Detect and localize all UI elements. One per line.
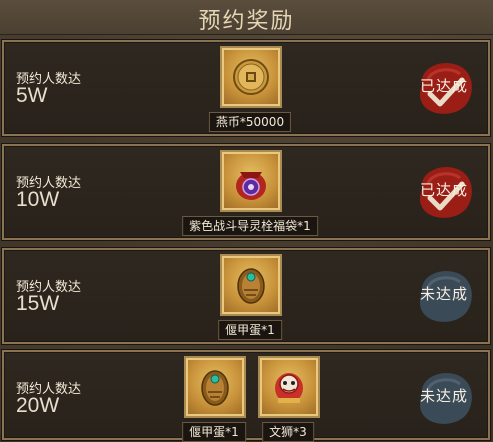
mech-egg-icon xyxy=(201,370,229,406)
item-name: 燕币*50000 xyxy=(208,112,292,132)
item-name: 偃甲蛋*1 xyxy=(182,422,246,442)
item-frame xyxy=(220,254,282,316)
item-name: 文狮*3 xyxy=(262,422,314,442)
mech-egg-icon xyxy=(237,268,265,304)
status-stamp-unachieved: 未达成 xyxy=(410,262,478,330)
page-title: 预约奖励 xyxy=(198,9,295,34)
reward-row: 预约人数达 20W 偃甲蛋*1 文狮*3 未达成 xyxy=(2,350,490,442)
status-stamp-achieved: 已达成 xyxy=(410,158,478,226)
reward-row: 预约人数达 5W 燕币*50000 已达成 xyxy=(2,40,490,136)
item-name: 偃甲蛋*1 xyxy=(218,320,282,340)
lion-dance-icon xyxy=(275,373,303,403)
reward-row: 预约人数达 10W 紫色战斗导灵栓福袋*1 已达成 xyxy=(2,144,490,240)
item-name: 紫色战斗导灵栓福袋*1 xyxy=(182,216,318,236)
item-frame xyxy=(258,356,320,418)
status-text: 已达成 xyxy=(419,181,468,199)
coin-icon xyxy=(233,59,269,95)
header-bar: 预约奖励 xyxy=(0,0,493,35)
lucky-bag-icon xyxy=(236,172,266,200)
item-frame xyxy=(184,356,246,418)
status-text: 未达成 xyxy=(419,285,468,303)
status-stamp-unachieved: 未达成 xyxy=(410,364,478,432)
status-stamp-achieved: 已达成 xyxy=(410,54,478,122)
reward-row: 预约人数达 15W 偃甲蛋*1 未达成 xyxy=(2,248,490,344)
status-text: 已达成 xyxy=(419,77,468,95)
item-frame xyxy=(220,150,282,212)
status-text: 未达成 xyxy=(419,387,468,405)
item-frame xyxy=(220,46,282,108)
